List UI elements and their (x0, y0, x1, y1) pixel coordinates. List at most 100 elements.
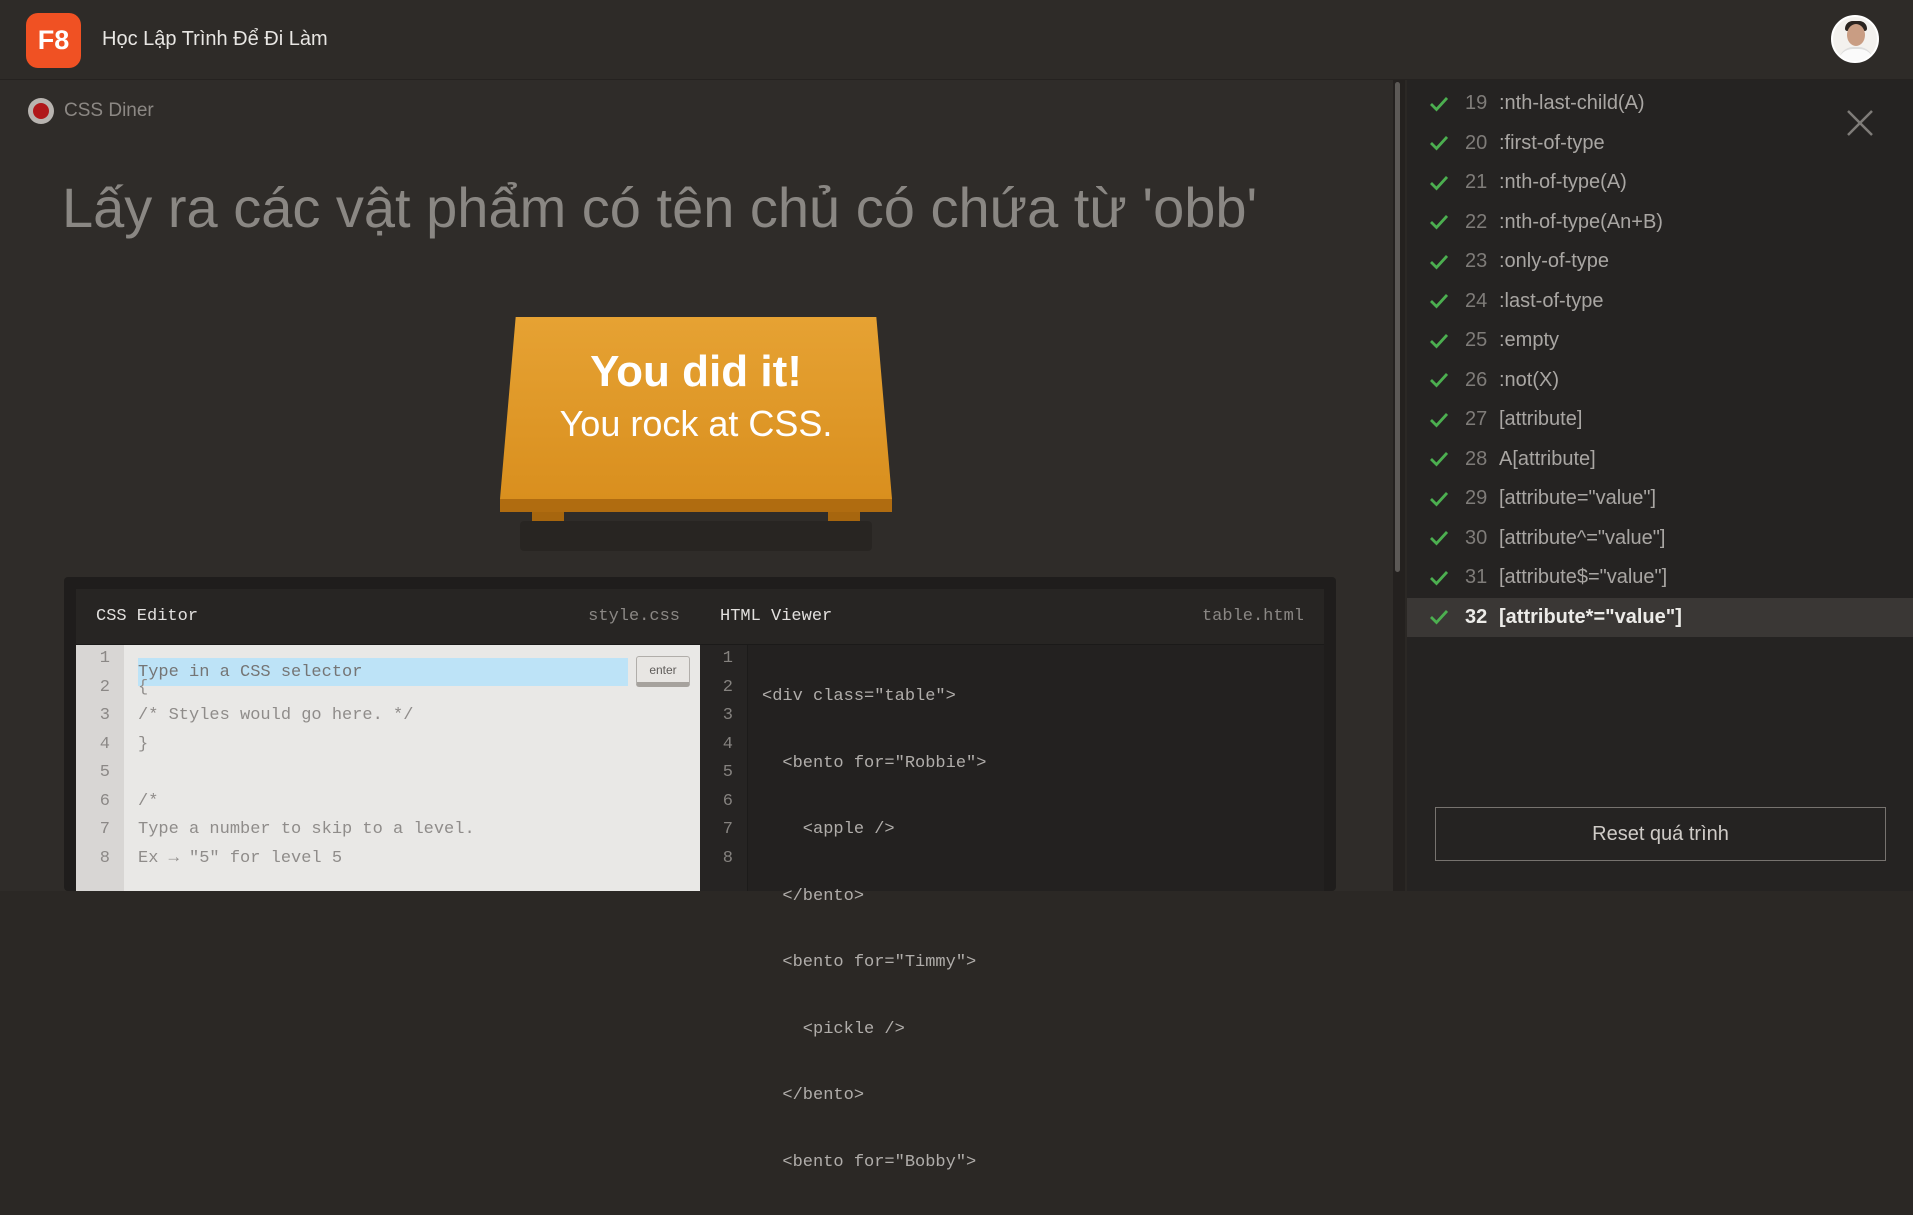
level-item[interactable]: 24 :last-of-type (1407, 282, 1913, 322)
avatar-shirt (1839, 47, 1873, 61)
html-line[interactable]: <bento for="Timmy"> (762, 949, 1324, 978)
html-line[interactable]: </bento> (762, 883, 1324, 912)
level-label: :first-of-type (1499, 131, 1605, 154)
html-viewer-pane: HTML Viewer table.html 1 2 3 4 5 6 7 8 <… (700, 589, 1324, 1172)
user-avatar[interactable] (1831, 15, 1879, 63)
success-subheading: You rock at CSS. (559, 403, 833, 444)
level-item[interactable]: 22 :nth-of-type(An+B) (1407, 203, 1913, 243)
level-label: :not(X) (1499, 368, 1560, 391)
checkmark-icon (1429, 212, 1449, 232)
level-item[interactable]: 19:nth-last-child(A) (1407, 84, 1913, 124)
checkmark-icon (1429, 607, 1449, 627)
level-number: 30 (1465, 526, 1488, 549)
level-item[interactable]: 20 :first-of-type (1407, 124, 1913, 164)
checkmark-icon (1429, 449, 1449, 469)
level-instruction: Lấy ra các vật phẩm có tên chủ có chứa t… (62, 176, 1258, 239)
html-line[interactable]: </bento> (762, 1082, 1324, 1111)
html-line[interactable]: <bento for="Bobby"> (762, 1149, 1324, 1178)
checkmark-icon (1429, 528, 1449, 548)
code-line: Type a number to skip to a level. (138, 820, 475, 839)
game-area: CSS Diner Lấy ra các vật phẩm có tên chủ… (0, 80, 1393, 1172)
checkmark-icon (1429, 489, 1449, 509)
editor-container: CSS Editor style.css 1 2 3 4 5 6 7 8 ent… (64, 577, 1336, 1172)
avatar-face (1847, 24, 1865, 46)
level-label: :nth-last-child(A) (1499, 92, 1645, 115)
checkmark-icon (1429, 252, 1449, 272)
table-edge (500, 499, 892, 512)
code-line: } (138, 734, 149, 754)
level-label: :last-of-type (1499, 289, 1604, 312)
level-item[interactable]: 30 [attribute^="value"] (1407, 519, 1913, 559)
code-line: { (138, 677, 149, 697)
level-label: [attribute^="value"] (1499, 526, 1666, 549)
css-line-numbers: 1 2 3 4 5 6 7 8 (76, 645, 124, 891)
level-number: 24 (1465, 289, 1488, 312)
html-code: <div class="table"> <bento for="Robbie">… (748, 645, 1324, 1172)
level-item[interactable]: 26 :not(X) (1407, 361, 1913, 401)
table-leg-left (532, 512, 564, 521)
main-scrollbar[interactable] (1393, 80, 1405, 891)
checkmark-icon (1429, 173, 1449, 193)
code-line: /* Styles would go here. */ (138, 706, 414, 725)
checkmark-icon (1429, 291, 1449, 311)
level-label: [attribute="value"] (1499, 487, 1657, 510)
html-viewer-filename: table.html (1201, 607, 1304, 626)
level-label: :nth-of-type(An+B) (1499, 210, 1663, 233)
level-item[interactable]: 25 :empty (1407, 321, 1913, 361)
level-label: [attribute$="value"] (1499, 566, 1668, 589)
level-item[interactable]: 28 A[attribute] (1407, 440, 1913, 480)
checkmark-icon (1429, 370, 1449, 390)
brand-name[interactable]: Học Lập Trình Để Đi Làm (102, 28, 328, 51)
level-item[interactable]: 21 :nth-of-type(A) (1407, 163, 1913, 203)
html-line[interactable]: <div class="table"> (762, 683, 1324, 712)
checkmark-icon (1429, 410, 1449, 430)
css-editor-pane: CSS Editor style.css 1 2 3 4 5 6 7 8 ent… (76, 589, 700, 891)
html-line[interactable]: <pickle /> (762, 1016, 1324, 1045)
scrollbar-thumb[interactable] (1395, 82, 1400, 572)
level-item[interactable]: 31 [attribute$="value"] (1407, 558, 1913, 598)
level-label: A[attribute] (1499, 447, 1596, 470)
level-number: 27 (1465, 408, 1488, 431)
success-heading: You did it! (590, 347, 802, 396)
level-item[interactable]: 27 [attribute] (1407, 400, 1913, 440)
level-item[interactable]: 32 [attribute*="value"] (1407, 597, 1913, 637)
css-diner-label: CSS Diner (28, 98, 154, 124)
checkmark-icon (1429, 568, 1449, 588)
level-number: 22 (1465, 210, 1488, 233)
f8-logo[interactable]: F8 (26, 13, 81, 68)
plate-icon (28, 98, 54, 124)
checkmark-icon (1429, 331, 1449, 351)
level-label: :nth-of-type(A) (1499, 171, 1627, 194)
checkmark-icon (1429, 94, 1449, 114)
html-line[interactable]: <apple /> (762, 816, 1324, 845)
level-label: [attribute] (1499, 408, 1583, 431)
level-number: 28 (1465, 447, 1488, 470)
level-number: 31 (1465, 566, 1488, 589)
css-code: { /* Styles would go here. */ } /* Type … (124, 645, 700, 891)
checkmark-icon (1429, 133, 1449, 153)
level-number: 23 (1465, 250, 1488, 273)
level-number: 26 (1465, 368, 1488, 391)
level-number: 29 (1465, 487, 1488, 510)
level-item[interactable]: 29 [attribute="value"] (1407, 479, 1913, 519)
css-editor-filename: style.css (588, 607, 680, 626)
level-label: :only-of-type (1499, 250, 1610, 273)
level-number: 20 (1465, 131, 1488, 154)
html-line[interactable]: <bento for="Robbie"> (762, 750, 1324, 779)
css-editor-title: CSS Editor (96, 607, 199, 626)
code-line: /* (138, 791, 159, 811)
level-number: 25 (1465, 329, 1488, 352)
level-item[interactable]: 23 :only-of-type (1407, 242, 1913, 282)
app-label: CSS Diner (64, 100, 154, 121)
code-line: Ex → "5" for level 5 (138, 848, 343, 868)
html-viewer-header: HTML Viewer table.html (700, 589, 1324, 645)
close-icon[interactable] (1845, 108, 1875, 138)
reset-progress-button[interactable]: Reset quá trình (1435, 807, 1886, 861)
table-shadow (520, 521, 872, 551)
level-number: 32 (1465, 605, 1488, 628)
css-editor-header: CSS Editor style.css (76, 589, 700, 645)
level-number: 21 (1465, 171, 1488, 194)
level-label: :empty (1499, 329, 1560, 352)
table-leg-right (828, 512, 860, 521)
